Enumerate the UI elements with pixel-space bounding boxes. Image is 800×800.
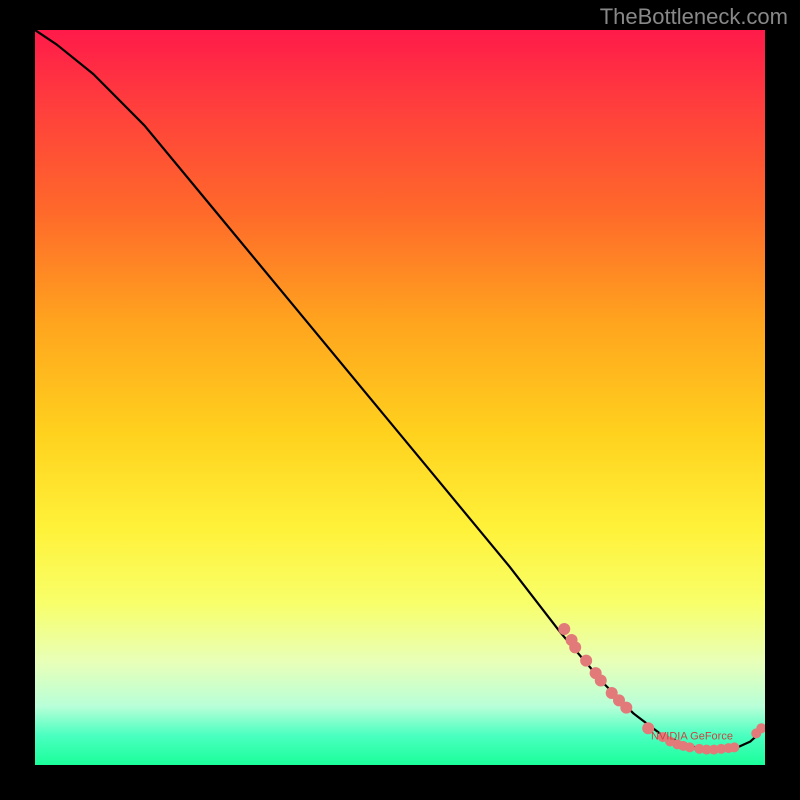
chart-svg: NVIDIA GeForce (35, 30, 765, 765)
data-point-marker (685, 742, 695, 752)
data-point-marker (558, 623, 570, 635)
data-point-marker (569, 641, 581, 653)
chart-marker-label: NVIDIA GeForce (651, 730, 733, 742)
marker-label-text: NVIDIA GeForce (651, 730, 733, 742)
data-point-marker (580, 655, 592, 667)
data-point-marker (729, 742, 739, 752)
chart-line-series (35, 30, 765, 750)
chart-plot-area: NVIDIA GeForce (35, 30, 765, 765)
data-point-marker (595, 674, 607, 686)
watermark-text: TheBottleneck.com (600, 4, 788, 30)
data-point-marker (620, 702, 632, 714)
